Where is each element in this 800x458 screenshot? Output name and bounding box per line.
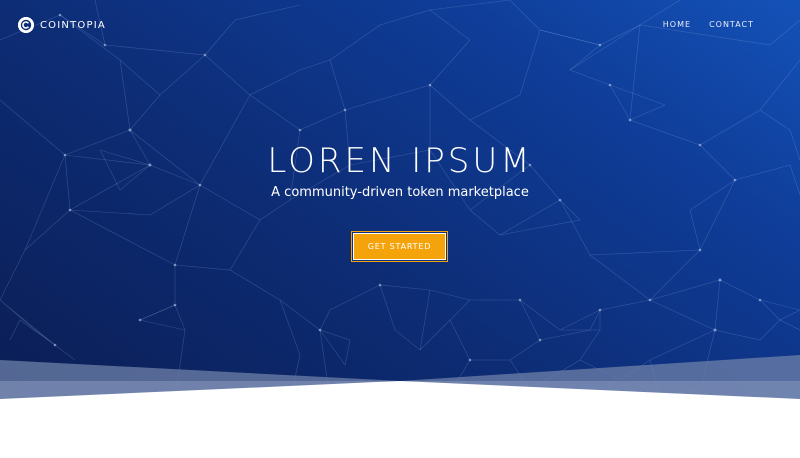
hero-subtitle: A community-driven token marketplace — [271, 185, 529, 200]
get-started-button[interactable]: GET STARTED — [351, 231, 448, 262]
hero-section: COINTOPIA HOME CONTACT LOREN IPSUM A com… — [0, 0, 800, 400]
main-nav: HOME CONTACT — [663, 20, 754, 29]
nav-link-contact[interactable]: CONTACT — [709, 20, 754, 29]
hero-bottom-divider — [0, 355, 800, 458]
nav-link-home[interactable]: HOME — [663, 20, 691, 29]
brand-name: COINTOPIA — [40, 19, 106, 31]
network-mesh-background — [0, 0, 800, 400]
brand[interactable]: COINTOPIA — [18, 17, 106, 33]
coin-logo-icon — [18, 17, 34, 33]
hero-title: LOREN IPSUM — [267, 141, 533, 181]
